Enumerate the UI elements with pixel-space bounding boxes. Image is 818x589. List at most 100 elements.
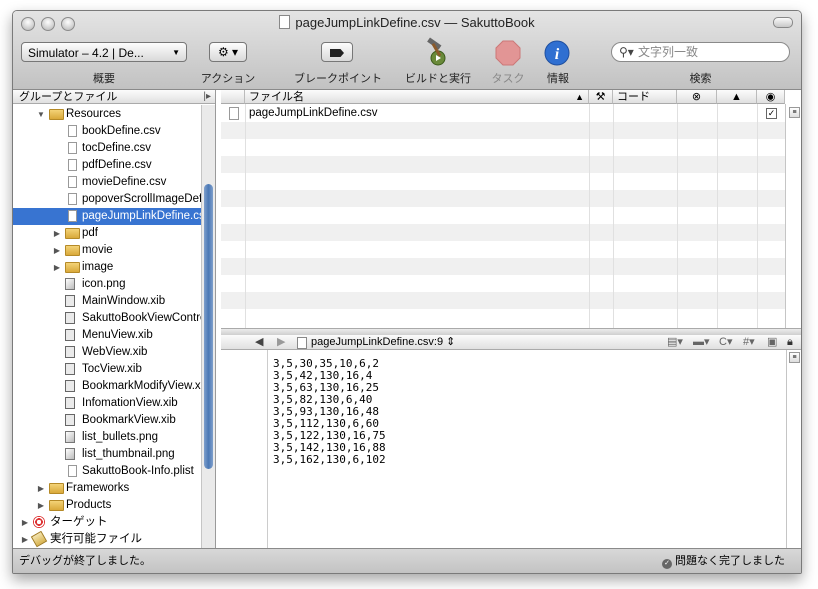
sidebar-header: グループとファイル |▸ [13,90,215,104]
sidebar-item[interactable]: bookDefine.csv [13,123,201,140]
sidebar-item[interactable]: InfomationView.xib [13,395,201,412]
sidebar-item[interactable]: MainWindow.xib [13,293,201,310]
sidebar-item[interactable]: icon.png [13,276,201,293]
empty-row [221,190,785,207]
editor-file-popup[interactable]: pageJumpLinkDefine.csv:9 ⇕ [311,335,455,349]
disclosure-closed-icon[interactable]: ▶ [37,480,45,497]
sidebar-item[interactable]: ▶ movie [13,242,201,259]
sidebar-item[interactable]: pageJumpLinkDefine.csv [13,208,201,225]
sidebar-item-label: pdf [82,227,98,239]
split-toggle-icon[interactable]: |▸ [203,90,211,104]
sidebar-item[interactable]: SakuttoBook-Info.plist [13,463,201,480]
classes-popup-icon[interactable]: C▾ [719,335,732,349]
sidebar-item[interactable]: ▶ 実行可能ファイル [13,531,201,548]
scheme-popup[interactable]: Simulator – 4.2 | De... ▼ [21,42,187,62]
hammer-icon: ⚒ [595,91,606,103]
xib-icon [65,414,75,426]
bookmarks-icon[interactable]: ▤▾ [667,335,683,349]
action-button[interactable]: ⚙ ▾ [209,42,247,62]
empty-row [221,309,785,326]
sidebar-item[interactable]: movieDefine.csv [13,174,201,191]
stop-sign-icon [495,40,521,66]
lock-icon[interactable]: 🔒︎ [787,335,793,349]
tasks-button[interactable] [495,40,521,66]
split-editor-icon[interactable]: ≡ [789,352,800,363]
disclosure-open-icon[interactable]: ▼ [37,106,45,123]
window-title-wrap: pageJumpLinkDefine.csv — SakuttoBook [13,15,801,30]
sidebar-item[interactable]: ▶ pdf [13,225,201,242]
sidebar-item-label: pageJumpLinkDefine.csv [82,210,201,222]
list-header-errors[interactable]: ⊗ [677,90,717,104]
sidebar-item[interactable]: popoverScrollImageDefine.csv [13,191,201,208]
list-header-code[interactable]: コード [613,90,677,104]
toolbar: pageJumpLinkDefine.csv — SakuttoBook Sim… [13,11,801,90]
disclosure-closed-icon[interactable]: ▶ [53,242,61,259]
info-button[interactable]: i [544,40,570,66]
search-field[interactable]: ⚲▾ 文字列一致 [611,42,790,62]
breakpoints-button[interactable] [321,42,353,62]
target-icon: ◉ [765,91,776,103]
build-run-button[interactable] [423,37,453,67]
target-checkbox[interactable]: ✓ [766,108,777,119]
sidebar-item[interactable]: BookmarkModifyView.xib [13,378,201,395]
sidebar-item[interactable]: MenuView.xib [13,327,201,344]
error-icon: ⊗ [691,91,702,103]
xib-icon [65,312,75,324]
sidebar-item-label: Products [66,499,112,511]
list-scrollbar[interactable]: ≡ [785,104,801,328]
list-header-warnings[interactable]: ▲ [717,90,757,104]
sidebar-item-label: image [82,261,114,273]
sidebar-item-label: icon.png [82,278,126,290]
code-col-label: コード [617,91,650,103]
sidebar-item[interactable]: ▶ Products [13,497,201,514]
sidebar-item[interactable]: list_bullets.png [13,429,201,446]
sidebar-item-label: pdfDefine.csv [82,159,152,171]
disclosure-closed-icon[interactable]: ▶ [21,514,29,531]
empty-row [221,156,785,173]
list-header-filename[interactable]: ファイル名 ▲ [245,90,589,104]
build-run-label: ビルドと実行 [405,73,471,85]
code-editor[interactable]: 3,5,30,35,10,6,2 3,5,42,130,16,4 3,5,63,13… [221,350,801,548]
sidebar-item[interactable]: pdfDefine.csv [13,157,201,174]
file-list-row[interactable]: pageJumpLinkDefine.csv ✓ [221,105,785,122]
sidebar-item[interactable]: WebView.xib [13,344,201,361]
counterpart-icon[interactable]: ▣ [767,335,777,349]
folder-icon [65,228,80,239]
empty-row [221,258,785,275]
forward-arrow-icon[interactable]: ▶ [277,335,285,349]
window-title: pageJumpLinkDefine.csv — SakuttoBook [295,15,535,30]
sidebar-scroll-thumb[interactable] [204,184,213,469]
sidebar-item[interactable]: BookmarkView.xib [13,412,201,429]
sidebar-item[interactable]: SakuttoBookViewController.xib [13,310,201,327]
back-arrow-icon[interactable]: ◀ [255,335,263,349]
folder-icon [49,500,64,511]
disclosure-closed-icon[interactable]: ▶ [37,497,45,514]
sidebar-item[interactable]: TocView.xib [13,361,201,378]
sidebar-item-label: Resources [66,108,121,120]
list-header-target[interactable]: ◉ [757,90,785,104]
sidebar-scrollbar[interactable] [201,105,215,548]
warning-icon: ▲ [731,91,742,103]
sidebar-item-label: popoverScrollImageDefine.csv [82,193,201,205]
list-header-build[interactable]: ⚒ [589,90,613,104]
sidebar-item[interactable]: ▶ Frameworks [13,480,201,497]
sidebar-item[interactable]: ▼ Resources [13,106,201,123]
disclosure-closed-icon[interactable]: ▶ [53,259,61,276]
list-options-icon[interactable]: ≡ [789,107,800,118]
scheme-popup-label: Simulator – 4.2 | De... [28,46,144,60]
popup-arrow-icon: ▼ [172,48,180,57]
sidebar-item[interactable]: ▶ image [13,259,201,276]
breakpoints-label: ブレークポイント [294,73,382,85]
toolbar-toggle-button[interactable] [773,17,793,28]
breakpoints-popup-icon[interactable]: ▬▾ [693,335,710,349]
editor-scrollbar[interactable]: ≡ [786,350,801,548]
disclosure-closed-icon[interactable]: ▶ [53,225,61,242]
file-icon [68,193,77,205]
sidebar-item-label: SakuttoBook-Info.plist [82,465,194,477]
sidebar-item[interactable]: tocDefine.csv [13,140,201,157]
includes-popup-icon[interactable]: #▾ [743,335,755,349]
sidebar-item[interactable]: list_thumbnail.png [13,446,201,463]
empty-row [221,241,785,258]
sidebar-item[interactable]: ▶ ターゲット [13,514,201,531]
disclosure-closed-icon[interactable]: ▶ [21,531,29,548]
